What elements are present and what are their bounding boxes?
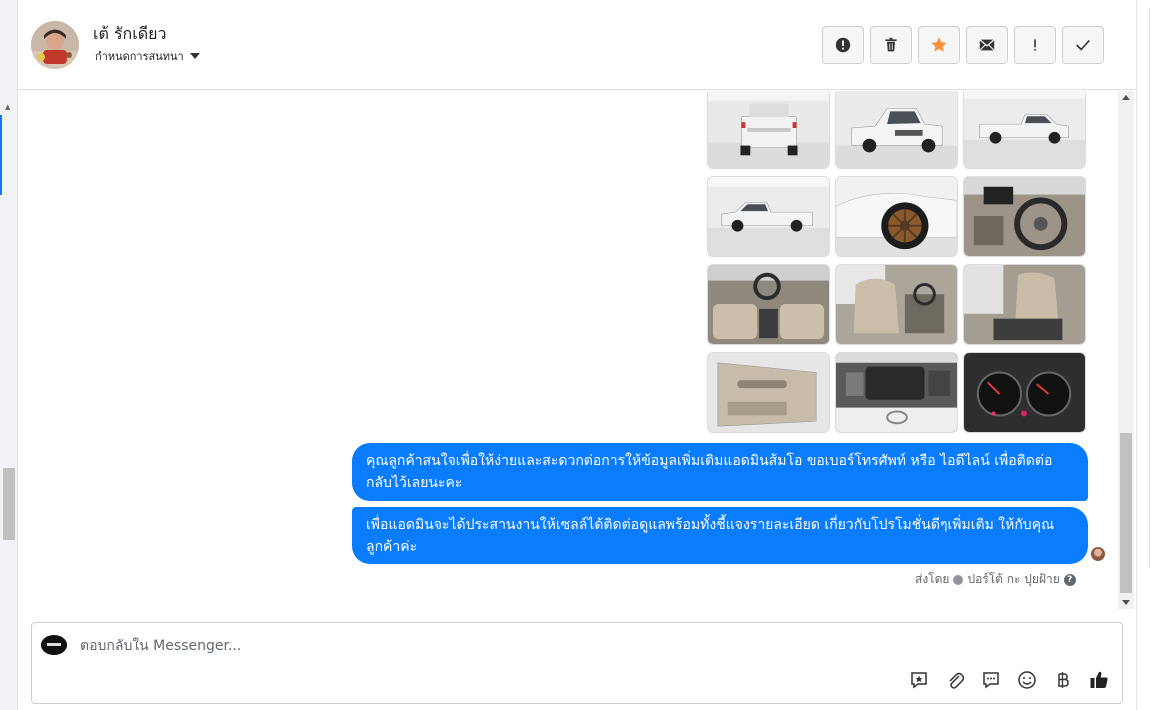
photo-grid: [707, 91, 1086, 433]
photo-truck-front[interactable]: [835, 91, 958, 169]
message-bubble[interactable]: เพื่อแอดมินจะได้ประสานงานให้เซลล์ได้ติดต…: [352, 507, 1088, 564]
page-badge-icon: [953, 574, 964, 585]
smiley-icon: [1018, 671, 1036, 689]
delete-button[interactable]: [870, 26, 912, 64]
help-icon[interactable]: ?: [1063, 573, 1076, 586]
sent-by-line: ส่งโดย ปอร์โต้ กะ ปุยฝ้าย ?: [915, 570, 1076, 589]
sender-name: ปอร์โต้ กะ ปุยฝ้าย: [967, 572, 1060, 586]
message-thread[interactable]: คุณลูกค้าสนใจเพื่อให้ง่ายและสะดวกต่อการใ…: [18, 91, 1118, 611]
mark-done-button[interactable]: [1062, 26, 1104, 64]
truck-rear-image-icon: [708, 91, 829, 168]
messenger-window: ▲ เต้ รักเดียว กำหนดการสนทนา คุณลูกค้าสน…: [0, 0, 1154, 710]
like-button[interactable]: [1088, 669, 1110, 691]
saved-reply-icon: [911, 672, 927, 689]
reply-input[interactable]: [80, 635, 880, 657]
truck-front-image-icon: [836, 91, 957, 168]
photo-front-seats[interactable]: [835, 264, 958, 345]
emoji-button[interactable]: [1016, 669, 1038, 691]
right-panel-edge: [1136, 0, 1154, 710]
conversation-actions: [822, 26, 1104, 64]
contact-name[interactable]: เต้ รักเดียว: [93, 22, 166, 47]
dashboard-image-icon: [964, 177, 1085, 256]
scroll-down-icon[interactable]: [1122, 600, 1130, 605]
wheel-image-icon: [836, 177, 957, 256]
exclamation-icon: [1034, 39, 1036, 51]
caret-down-icon: [189, 53, 200, 59]
thumbs-up-icon: [1090, 671, 1108, 688]
photo-truck-side-left[interactable]: [707, 176, 830, 257]
page-logo-icon: [41, 636, 67, 654]
contact-avatar[interactable]: [31, 21, 79, 69]
scroll-up-icon[interactable]: [1122, 95, 1130, 100]
scroll-up-arrow-icon[interactable]: ▲: [5, 103, 10, 111]
seats-image-icon: [836, 265, 957, 344]
chat-bubble-icon: [983, 672, 999, 689]
baht-icon: [1058, 672, 1069, 688]
divider: [1149, 8, 1150, 568]
reply-composer: [31, 622, 1123, 704]
photo-wheel[interactable]: [835, 176, 958, 257]
active-indicator: [0, 115, 2, 195]
photo-dashboard[interactable]: [963, 176, 1086, 257]
composer-toolbar: [908, 669, 1110, 691]
interior-image-icon: [708, 265, 829, 344]
assign-conversation-dropdown[interactable]: กำหนดการสนทนา: [95, 47, 200, 65]
check-icon: [1076, 39, 1090, 51]
photo-truck-rear[interactable]: [707, 91, 830, 169]
star-button[interactable]: [918, 26, 960, 64]
gauge-image-icon: [964, 353, 1085, 432]
saved-reply-button[interactable]: [908, 669, 930, 691]
quick-reply-button[interactable]: [980, 669, 1002, 691]
photo-door-panel[interactable]: [707, 352, 830, 433]
photo-interior-front[interactable]: [707, 264, 830, 345]
thread-scrollbar[interactable]: [1118, 91, 1134, 609]
photo-gauge-cluster[interactable]: [963, 352, 1086, 433]
seen-avatar: [1091, 547, 1105, 561]
envelope-icon: [979, 39, 995, 51]
photo-rear-cab[interactable]: [963, 264, 1086, 345]
page-avatar: [41, 635, 67, 655]
mark-spam-button[interactable]: [822, 26, 864, 64]
conversation-header: เต้ รักเดียว กำหนดการสนทนา: [18, 0, 1136, 90]
scrollbar-thumb[interactable]: [1120, 433, 1132, 593]
left-panel-edge: ▲: [0, 0, 18, 710]
photo-truck-side-right[interactable]: [963, 91, 1086, 169]
attach-button[interactable]: [944, 669, 966, 691]
truck-side-left-image-icon: [708, 177, 829, 256]
assign-label: กำหนดการสนทนา: [95, 50, 184, 63]
engine-image-icon: [836, 353, 957, 432]
star-icon: [931, 37, 947, 52]
door-panel-image-icon: [708, 353, 829, 432]
truck-side-image-icon: [964, 91, 1085, 168]
payment-button[interactable]: [1052, 669, 1074, 691]
avatar-photo-icon: [31, 21, 79, 69]
follow-up-button[interactable]: [1014, 26, 1056, 64]
left-scrollbar-thumb[interactable]: [3, 468, 15, 540]
message-bubble[interactable]: คุณลูกค้าสนใจเพื่อให้ง่ายและสะดวกต่อการใ…: [352, 443, 1088, 501]
trash-icon: [885, 37, 897, 52]
rear-cab-image-icon: [964, 265, 1085, 344]
paperclip-icon: [949, 672, 965, 689]
sent-by-prefix: ส่งโดย: [915, 572, 950, 586]
mark-unread-button[interactable]: [966, 26, 1008, 64]
photo-engine-bay[interactable]: [835, 352, 958, 433]
alert-circle-icon: [835, 37, 851, 53]
